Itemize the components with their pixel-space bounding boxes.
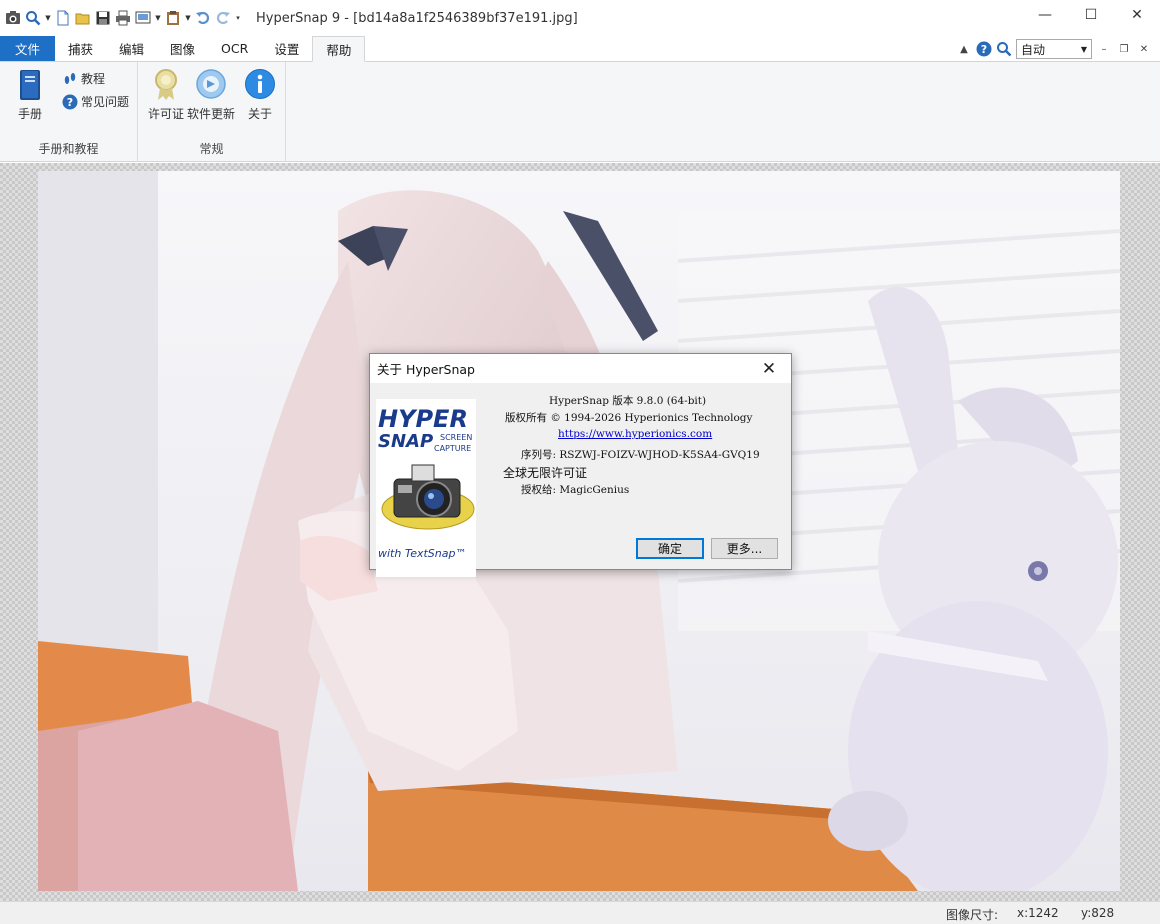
- svg-text:SNAP: SNAP: [378, 431, 433, 452]
- ribbon-panel: 手册 教程 ? 常见问题 手册和教程 许可证 软件更新 关于 常规: [0, 62, 1160, 162]
- tab-edit[interactable]: 编辑: [106, 36, 157, 61]
- update-icon: [196, 69, 226, 99]
- chevron-down-icon[interactable]: ▼: [154, 9, 162, 27]
- faq-button[interactable]: ? 常见问题: [62, 93, 129, 110]
- group-label-manuals: 手册和教程: [38, 142, 99, 156]
- tutorial-label: 教程: [81, 72, 106, 86]
- close-button[interactable]: ✕: [1114, 0, 1160, 30]
- website-link[interactable]: https://www.hyperionics.com: [558, 428, 712, 440]
- dialog-close-button[interactable]: ✕: [747, 354, 791, 383]
- doc-restore-button[interactable]: ❐: [1116, 41, 1132, 57]
- licensed-to: 授权给: MagicGenius: [521, 484, 630, 496]
- ok-button[interactable]: 确定: [636, 538, 704, 559]
- svg-text:?: ?: [67, 96, 73, 109]
- dialog-titlebar: 关于 HyperSnap ✕: [370, 354, 791, 383]
- dialog-title: 关于 HyperSnap: [377, 362, 475, 377]
- title-bar: ▼ ▼ ▼ ▾ HyperSnap 9 - [bd14a8a1f2546389b…: [0, 0, 1160, 36]
- tab-ocr[interactable]: OCR: [208, 36, 261, 61]
- svg-text:CAPTURE: CAPTURE: [434, 444, 471, 453]
- zoom-icon[interactable]: [24, 9, 42, 27]
- group-label-general: 常规: [199, 142, 224, 156]
- about-button[interactable]: 关于: [240, 68, 280, 122]
- doc-close-button[interactable]: ✕: [1136, 41, 1152, 57]
- about-label: 关于: [247, 107, 272, 121]
- svg-text:HYPER: HYPER: [378, 405, 468, 433]
- chevron-down-icon[interactable]: ▼: [184, 9, 192, 27]
- update-button[interactable]: 软件更新: [187, 68, 235, 122]
- tab-settings[interactable]: 设置: [261, 36, 312, 61]
- update-label: 软件更新: [187, 107, 236, 121]
- collapse-ribbon-icon[interactable]: ▲: [956, 41, 972, 57]
- tab-capture[interactable]: 捕获: [55, 36, 106, 61]
- ribbon-group-manuals: 手册 教程 ? 常见问题 手册和教程: [0, 62, 138, 162]
- svg-text:SCREEN: SCREEN: [440, 433, 472, 442]
- tutorial-button[interactable]: 教程: [62, 70, 105, 87]
- undo-icon[interactable]: [194, 9, 212, 27]
- help-icon[interactable]: ?: [976, 41, 992, 57]
- about-dialog: 关于 HyperSnap ✕ HYPER SNAP SCREEN CAPTURE…: [369, 353, 792, 577]
- info-icon: [245, 69, 275, 99]
- license-label: 许可证: [147, 107, 184, 121]
- hypersnap-logo: HYPER SNAP SCREEN CAPTURE with TextSnap™: [376, 399, 476, 577]
- manual-button[interactable]: 手册: [10, 68, 50, 122]
- faq-label: 常见问题: [81, 95, 130, 109]
- new-icon[interactable]: [54, 9, 72, 27]
- window-title: HyperSnap 9 - [bd14a8a1f2546389bf37e191.…: [256, 10, 578, 26]
- doc-minimize-button[interactable]: –: [1096, 41, 1112, 57]
- ribbon-group-general: 许可证 软件更新 关于 常规: [138, 62, 286, 162]
- zoom-select[interactable]: 自动 ▼: [1016, 39, 1092, 59]
- chevron-down-icon: ▼: [1080, 44, 1087, 54]
- license-type: 全球无限许可证: [503, 466, 588, 480]
- save-icon[interactable]: [94, 9, 112, 27]
- copyright-text: 版权所有 © 1994-2026 Hyperionics Technology: [505, 412, 753, 424]
- open-icon[interactable]: [74, 9, 92, 27]
- logo-tagline: with TextSnap™: [378, 547, 467, 560]
- minimize-button[interactable]: —: [1022, 0, 1068, 30]
- image-width: x:1242: [1017, 906, 1059, 920]
- help-icon: ?: [62, 94, 78, 109]
- print-icon[interactable]: [114, 9, 132, 27]
- customize-toolbar-icon[interactable]: ▾: [234, 9, 242, 27]
- license-button[interactable]: 许可证: [146, 68, 186, 122]
- paste-icon[interactable]: [164, 9, 182, 27]
- book-icon: [20, 70, 40, 100]
- chevron-down-icon[interactable]: ▼: [44, 9, 52, 27]
- version-text: HyperSnap 版本 9.8.0 (64-bit): [549, 395, 707, 407]
- status-bar: 图像尺寸: x:1242 y:828: [0, 901, 1160, 924]
- image-height: y:828: [1081, 906, 1115, 920]
- tab-image[interactable]: 图像: [157, 36, 208, 61]
- redo-icon[interactable]: [214, 9, 232, 27]
- ribbon-tabs: 文件 捕获 编辑 图像 OCR 设置 帮助 ▲ ? 自动 ▼ – ❐ ✕: [0, 36, 1160, 62]
- svg-text:?: ?: [981, 43, 987, 56]
- search-icon[interactable]: [996, 41, 1012, 57]
- footprints-icon: [64, 72, 76, 84]
- copy-icon[interactable]: [134, 9, 152, 27]
- dialog-body: HYPER SNAP SCREEN CAPTURE with TextSnap™…: [370, 383, 791, 577]
- more-button[interactable]: 更多...: [711, 538, 778, 559]
- hypersnap-logo-image: HYPER SNAP SCREEN CAPTURE: [378, 405, 475, 530]
- image-size-label: 图像尺寸:: [946, 908, 999, 922]
- tab-help[interactable]: 帮助: [312, 36, 366, 62]
- tab-file[interactable]: 文件: [0, 36, 55, 61]
- quick-access-toolbar: ▼ ▼ ▼ ▾: [0, 0, 242, 36]
- capture-icon[interactable]: [4, 9, 22, 27]
- zoom-value: 自动: [1021, 42, 1046, 57]
- serial-number: 序列号: RSZWJ-FOIZV-WJHOD-K5SA4-GVQ19: [521, 449, 760, 461]
- license-icon: [155, 69, 177, 100]
- manual-label: 手册: [17, 107, 42, 121]
- maximize-button[interactable]: ☐: [1068, 0, 1114, 30]
